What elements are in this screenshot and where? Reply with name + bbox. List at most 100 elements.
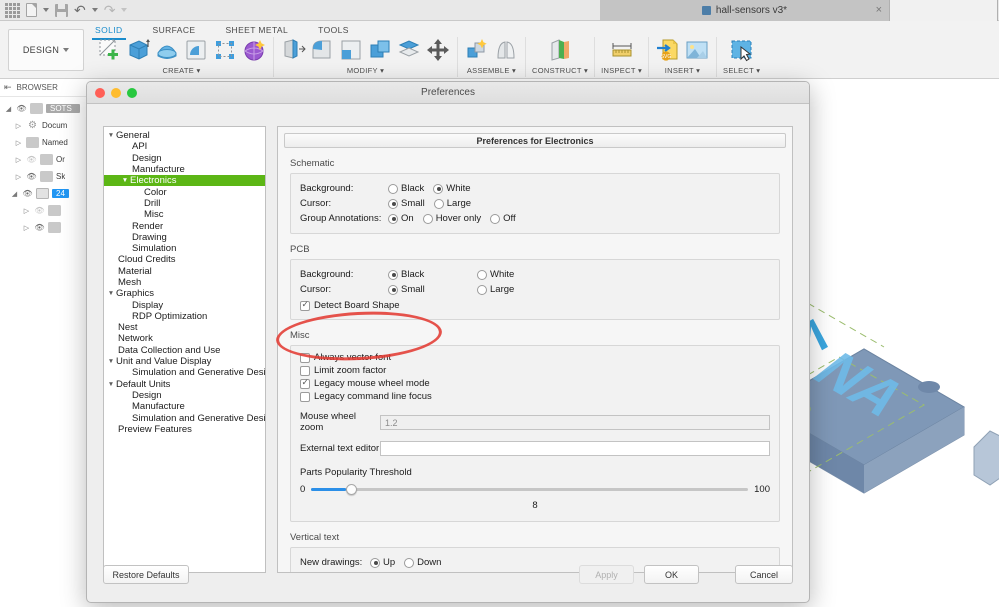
tree-item-unit-and-value-display[interactable]: ▼ Unit and Value Display <box>104 356 265 367</box>
browser-row-sketches[interactable]: ▷ 👁 Sk <box>0 168 95 185</box>
group-annotations-on-radio[interactable]: On <box>388 213 414 224</box>
tree-item-api[interactable]: API <box>104 141 265 152</box>
save-icon[interactable] <box>55 3 68 17</box>
mouse-wheel-zoom-input[interactable]: 1.2 <box>380 414 770 430</box>
ribbon-group-assemble-label[interactable]: ASSEMBLE ▾ <box>467 66 516 75</box>
create-sketch-icon[interactable] <box>96 37 122 63</box>
tree-item-rdp-optimization[interactable]: RDP Optimization <box>104 311 265 322</box>
new-document-icon[interactable] <box>26 3 37 17</box>
eye-icon[interactable]: 👁 <box>16 104 27 113</box>
cancel-button[interactable]: Cancel <box>735 565 793 584</box>
tree-item-design[interactable]: Design <box>104 153 265 164</box>
tree-item-network[interactable]: Network <box>104 333 265 344</box>
tree-item-default-design[interactable]: Design <box>104 390 265 401</box>
group-annotations-hover-only-radio[interactable]: Hover only <box>422 213 481 224</box>
slider-knob[interactable] <box>346 483 358 495</box>
new-document-caret-icon[interactable] <box>43 8 49 12</box>
eye-off-icon[interactable]: 👁 <box>34 206 45 215</box>
document-tab[interactable]: hall-sensors v3* × <box>600 0 890 21</box>
tree-item-default-units[interactable]: ▼ Default Units <box>104 379 265 390</box>
document-tab-strip[interactable]: hall-sensors v3* × <box>600 0 998 21</box>
preferences-category-tree[interactable]: ▼ General API Design Manufacture ▼ Electro… <box>103 126 266 573</box>
redo-caret-icon[interactable] <box>121 8 128 12</box>
ok-button[interactable]: OK <box>644 565 699 584</box>
ribbon-group-modify-label[interactable]: MODIFY ▾ <box>347 66 384 75</box>
tree-item-manufacture[interactable]: Manufacture <box>104 164 265 175</box>
close-icon[interactable]: × <box>876 4 882 16</box>
disclosure-icon[interactable]: ▷ <box>22 224 31 232</box>
browser-tree[interactable]: ◢ 👁 SOTS ▷ ⚙ Docum ▷ Named ▷ 👁 Or ▷ 👁 Sk… <box>0 97 95 236</box>
browser-row-sots[interactable]: ◢ 👁 SOTS <box>0 100 95 117</box>
tree-item-color[interactable]: Color <box>104 186 265 198</box>
new-tab-button[interactable] <box>890 0 998 21</box>
misc-limit-zoom-factor-checkbox[interactable]: Limit zoom factor <box>300 364 770 377</box>
ribbon-group-select-label[interactable]: SELECT ▾ <box>723 66 760 75</box>
tree-item-graphics[interactable]: ▼ Graphics <box>104 288 265 299</box>
eye-off-icon[interactable]: 👁 <box>26 155 37 164</box>
browser-row-child-1[interactable]: ▷ 👁 <box>0 202 95 219</box>
ribbon-group-create-label[interactable]: CREATE ▾ <box>162 66 200 75</box>
schematic-background-black-radio[interactable]: Black <box>388 183 424 194</box>
collapse-icon[interactable]: ⇤ <box>4 82 12 93</box>
browser-row-document-settings[interactable]: ▷ ⚙ Docum <box>0 117 95 134</box>
quick-access-toolbar[interactable]: ↶ ↷ <box>0 2 128 18</box>
disclosure-icon[interactable]: ▷ <box>22 207 31 215</box>
tree-item-unit-simulation[interactable]: Simulation and Generative Desi... <box>104 367 265 378</box>
eye-icon[interactable]: 👁 <box>26 172 37 181</box>
sweep-icon[interactable] <box>183 37 209 63</box>
tree-item-material[interactable]: Material <box>104 266 265 277</box>
tree-item-default-simulation[interactable]: Simulation and Generative Desi... <box>104 412 265 424</box>
split-body-icon[interactable] <box>396 37 422 63</box>
window-controls[interactable] <box>95 88 137 98</box>
browser-row-child-2[interactable]: ▷ 👁 <box>0 219 95 236</box>
schematic-cursor-small-radio[interactable]: Small <box>388 198 425 209</box>
group-annotations-off-radio[interactable]: Off <box>490 213 516 224</box>
disclosure-icon[interactable]: ▷ <box>14 139 23 147</box>
tree-item-data-collection[interactable]: Data Collection and Use <box>104 345 265 356</box>
insert-svg-icon[interactable]: SVG <box>655 37 681 63</box>
pcb-detect-board-shape-checkbox[interactable]: Detect Board Shape <box>300 299 770 312</box>
workspace-switcher[interactable]: DESIGN <box>8 29 84 71</box>
misc-legacy-mouse-wheel-mode-checkbox[interactable]: Legacy mouse wheel mode <box>300 377 770 390</box>
disclosure-icon[interactable]: ▼ <box>106 358 116 365</box>
press-pull-icon[interactable] <box>280 37 306 63</box>
apps-grid-icon[interactable] <box>5 2 20 18</box>
fillet-icon[interactable] <box>309 37 335 63</box>
maximize-window-button[interactable] <box>127 88 137 98</box>
browser-row-selected-component[interactable]: ◢ 👁 24 <box>0 185 95 202</box>
disclosure-icon[interactable]: ▷ <box>14 122 23 130</box>
external-text-editor-input[interactable] <box>380 441 770 456</box>
misc-legacy-command-line-focus-checkbox[interactable]: Legacy command line focus <box>300 390 770 403</box>
ribbon-group-insert-label[interactable]: INSERT ▾ <box>665 66 700 75</box>
apply-button[interactable]: Apply <box>579 565 634 584</box>
ribbon-group-construct-label[interactable]: CONSTRUCT ▾ <box>532 66 588 75</box>
eye-icon[interactable]: 👁 <box>22 189 33 198</box>
disclosure-icon[interactable]: ▷ <box>14 173 23 181</box>
schematic-background-white-radio[interactable]: White <box>433 183 471 194</box>
tree-item-default-manufacture[interactable]: Manufacture <box>104 401 265 412</box>
disclosure-icon[interactable]: ◢ <box>10 190 19 198</box>
ribbon-group-inspect-label[interactable]: INSPECT ▾ <box>601 66 642 75</box>
browser-row-origin[interactable]: ▷ 👁 Or <box>0 151 95 168</box>
tree-item-render[interactable]: Render <box>104 220 265 232</box>
construct-plane-icon[interactable] <box>547 37 573 63</box>
tree-item-display[interactable]: Display <box>104 299 265 311</box>
insert-image-icon[interactable] <box>684 37 710 63</box>
extrude-icon[interactable] <box>125 37 151 63</box>
disclosure-icon[interactable]: ▼ <box>120 177 130 184</box>
tree-item-simulation[interactable]: Simulation <box>104 243 265 254</box>
pcb-background-black-radio[interactable]: Black <box>388 269 468 280</box>
move-copy-icon[interactable] <box>425 37 451 63</box>
disclosure-icon[interactable]: ▼ <box>106 132 116 139</box>
shell-icon[interactable] <box>338 37 364 63</box>
slider-track[interactable] <box>311 483 749 495</box>
revolve-icon[interactable] <box>154 37 180 63</box>
disclosure-icon[interactable]: ▼ <box>106 381 116 388</box>
browser-row-named-views[interactable]: ▷ Named <box>0 134 95 151</box>
form-sculpt-icon[interactable] <box>241 37 267 63</box>
tree-item-general[interactable]: ▼ General <box>104 130 265 141</box>
disclosure-icon[interactable]: ▼ <box>106 290 116 297</box>
disclosure-icon[interactable]: ▷ <box>14 156 23 164</box>
pcb-background-white-radio[interactable]: White <box>477 269 514 280</box>
restore-defaults-button[interactable]: Restore Defaults <box>103 565 189 584</box>
